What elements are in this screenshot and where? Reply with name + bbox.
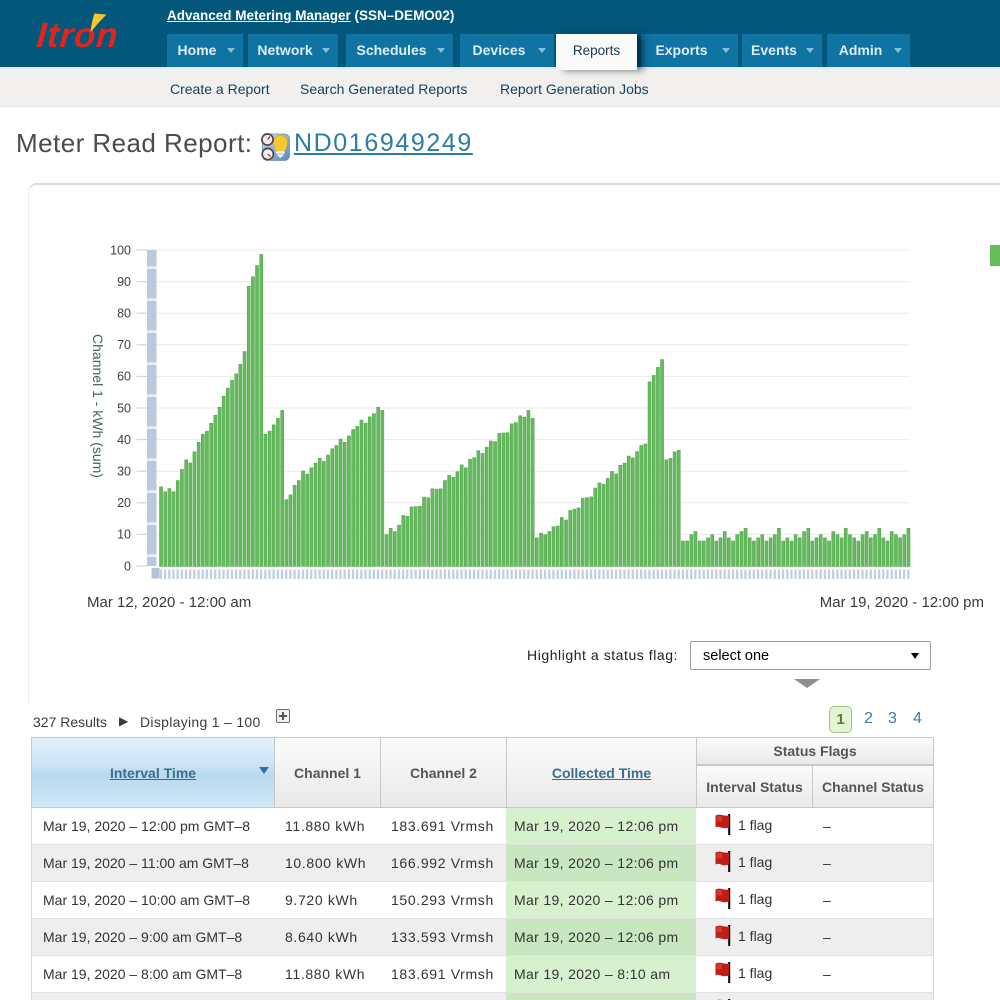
svg-text:40: 40 (117, 433, 131, 447)
svg-text:Mar 19, 2020 - 12:00 pm: Mar 19, 2020 - 12:00 pm (820, 594, 984, 611)
svg-text:0: 0 (124, 559, 131, 573)
svg-text:70: 70 (117, 338, 131, 352)
svg-text:10: 10 (117, 528, 131, 542)
svg-text:Channel 1 - kWh (sum): Channel 1 - kWh (sum) (90, 334, 106, 478)
svg-text:80: 80 (117, 307, 131, 321)
svg-text:60: 60 (117, 370, 131, 384)
svg-text:100: 100 (110, 243, 131, 257)
svg-text:30: 30 (117, 465, 131, 479)
svg-text:20: 20 (117, 496, 131, 510)
svg-text:50: 50 (117, 401, 131, 415)
svg-text:Mar 12, 2020 - 12:00 am: Mar 12, 2020 - 12:00 am (87, 594, 251, 611)
svg-text:90: 90 (117, 275, 131, 289)
